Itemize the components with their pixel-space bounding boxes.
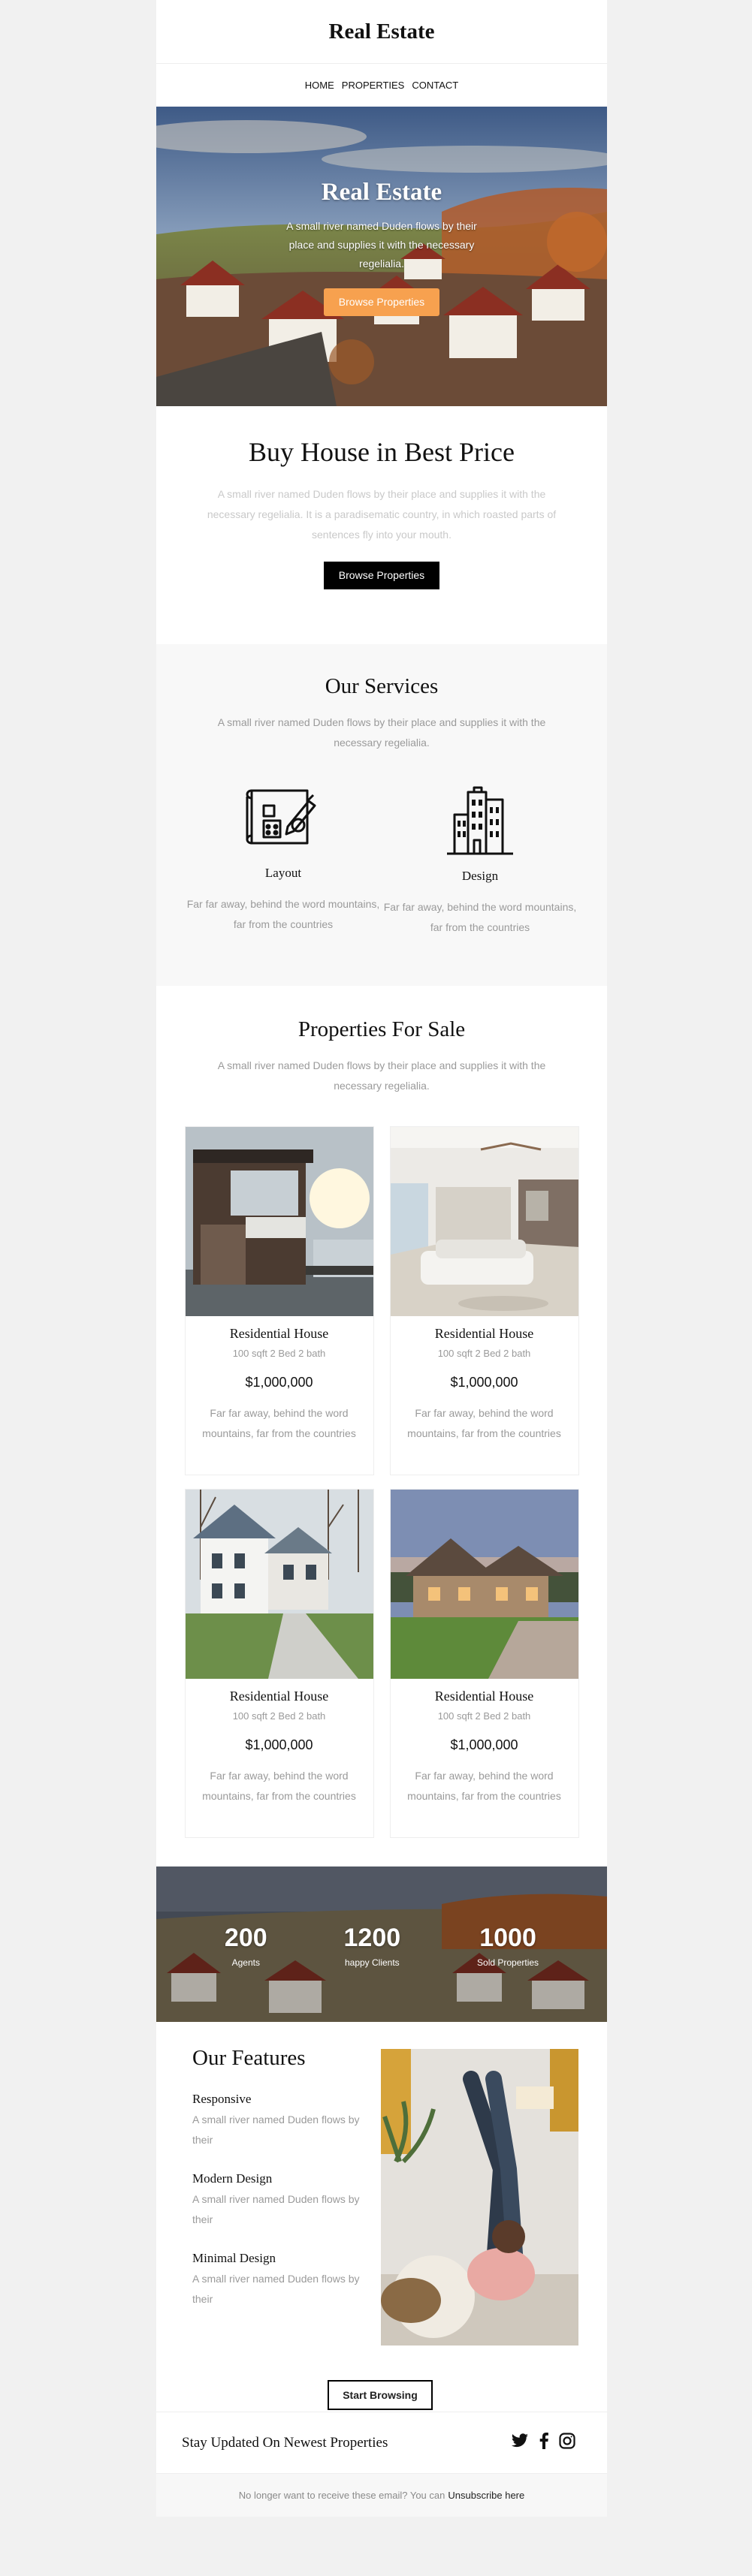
hero-title: Real Estate xyxy=(321,179,442,206)
property-grid: Residential House 100 sqft 2 Bed 2 bath … xyxy=(156,1126,607,1838)
service-title: Design xyxy=(461,869,499,883)
nav-home[interactable]: HOME xyxy=(305,80,334,91)
property-card[interactable]: Residential House 100 sqft 2 Bed 2 bath … xyxy=(389,1489,579,1838)
property-spec: 100 sqft 2 Bed 2 bath xyxy=(437,1710,531,1722)
property-name: Residential House xyxy=(229,1689,329,1704)
nav-contact[interactable]: CONTACT xyxy=(412,80,458,91)
services-text: A small river named Duden flows by their… xyxy=(217,716,546,749)
property-image[interactable] xyxy=(185,1127,373,1316)
feature-title: Responsive xyxy=(192,2092,252,2106)
intro-section: Buy House in Best Price A small river na… xyxy=(156,406,607,644)
main-nav: HOME PROPERTIES CONTACT xyxy=(156,64,607,107)
service-layout: Layout Far far away, behind the word mou… xyxy=(185,783,382,938)
twitter-icon[interactable] xyxy=(511,2433,529,2452)
stats-banner: 200 Agents 1200 happy Clients 1000 Sold … xyxy=(156,1866,607,2022)
service-text: Far far away, behind the word mountains,… xyxy=(186,898,380,930)
service-text: Far far away, behind the word mountains,… xyxy=(383,901,577,933)
start-browsing-button[interactable]: Start Browsing xyxy=(328,2380,433,2410)
stat-agents: 200 Agents xyxy=(225,1924,267,1968)
properties-section: Properties For Sale A small river named … xyxy=(156,986,607,1866)
property-price: $1,000,000 xyxy=(245,1737,313,1752)
feature-item: Minimal Design A small river named Duden… xyxy=(192,2251,365,2309)
services-section: Our Services A small river named Duden f… xyxy=(156,644,607,986)
unsubscribe-link[interactable]: Unsubscribe here xyxy=(448,2490,524,2501)
properties-text: A small river named Duden flows by their… xyxy=(217,1059,546,1092)
newsletter-text: Stay Updated On Newest Properties xyxy=(182,2434,388,2451)
property-image[interactable] xyxy=(390,1127,578,1316)
nav-properties[interactable]: PROPERTIES xyxy=(342,80,405,91)
facebook-icon[interactable] xyxy=(539,2433,548,2453)
property-text: Far far away, behind the word mountains,… xyxy=(202,1770,356,1802)
stats-row: 200 Agents 1200 happy Clients 1000 Sold … xyxy=(156,1924,607,1968)
feature-text: A small river named Duden flows by their xyxy=(192,2114,360,2146)
stat-sold: 1000 Sold Properties xyxy=(477,1924,539,1968)
stat-label: Sold Properties xyxy=(477,1957,539,1968)
stat-value: 1200 xyxy=(343,1924,401,1952)
property-card[interactable]: Residential House 100 sqft 2 Bed 2 bath … xyxy=(184,1126,374,1475)
stat-value: 1000 xyxy=(479,1924,536,1952)
properties-title: Properties For Sale xyxy=(297,1017,466,1041)
features-list: Our Features Responsive A small river na… xyxy=(192,2046,365,2309)
footer-top: Stay Updated On Newest Properties xyxy=(156,2412,607,2474)
property-image[interactable] xyxy=(390,1490,578,1679)
property-card[interactable]: Residential House 100 sqft 2 Bed 2 bath … xyxy=(184,1489,374,1838)
hero-content: Real Estate A small river named Duden fl… xyxy=(156,179,607,316)
email-container: Real Estate HOME PROPERTIES CONTACT Real… xyxy=(156,0,607,2517)
feature-text: A small river named Duden flows by their xyxy=(192,2273,360,2305)
services-title: Our Services xyxy=(325,674,439,698)
stat-value: 200 xyxy=(224,1924,267,1952)
logo[interactable]: Real Estate xyxy=(329,20,435,44)
property-name: Residential House xyxy=(434,1326,534,1341)
property-price: $1,000,000 xyxy=(450,1375,518,1390)
property-text: Far far away, behind the word mountains,… xyxy=(407,1407,561,1439)
stat-clients: 1200 happy Clients xyxy=(344,1924,401,1968)
features-title: Our Features xyxy=(192,2046,306,2070)
social-links xyxy=(511,2433,575,2453)
stat-label: Agents xyxy=(231,1957,260,1968)
property-name: Residential House xyxy=(434,1689,534,1704)
instagram-icon[interactable] xyxy=(559,2433,575,2453)
footer-bottom: No longer want to receive these email? Y… xyxy=(156,2474,607,2517)
property-price: $1,000,000 xyxy=(245,1375,313,1390)
service-design: Design Far far away, behind the word mou… xyxy=(382,783,578,938)
property-image[interactable] xyxy=(185,1490,373,1679)
property-spec: 100 sqft 2 Bed 2 bath xyxy=(232,1348,326,1359)
feature-title: Modern Design xyxy=(192,2171,273,2186)
property-name: Residential House xyxy=(229,1326,329,1341)
property-text: Far far away, behind the word mountains,… xyxy=(202,1407,356,1439)
intro-title: Buy House in Best Price xyxy=(249,437,515,467)
feature-item: Modern Design A small river named Duden … xyxy=(192,2171,365,2230)
hero: Real Estate A small river named Duden fl… xyxy=(156,107,607,406)
feature-text: A small river named Duden flows by their xyxy=(192,2193,360,2225)
property-spec: 100 sqft 2 Bed 2 bath xyxy=(232,1710,326,1722)
intro-text: A small river named Duden flows by their… xyxy=(207,488,557,541)
features-image xyxy=(381,2049,578,2346)
header: Real Estate xyxy=(156,0,607,64)
intro-browse-button[interactable]: Browse Properties xyxy=(323,562,440,589)
feature-title: Minimal Design xyxy=(192,2251,276,2265)
unsubscribe-text: No longer want to receive these email? Y… xyxy=(238,2490,445,2501)
buildings-icon xyxy=(447,786,513,855)
services-list: Layout Far far away, behind the word mou… xyxy=(156,783,607,938)
service-title: Layout xyxy=(264,866,302,880)
property-text: Far far away, behind the word mountains,… xyxy=(407,1770,561,1802)
property-card[interactable]: Residential House 100 sqft 2 Bed 2 bath … xyxy=(389,1126,579,1475)
blueprint-icon xyxy=(246,789,316,845)
hero-text: A small river named Duden flows by their… xyxy=(286,220,477,270)
features-section: Our Features Responsive A small river na… xyxy=(156,2022,607,2412)
hero-browse-button[interactable]: Browse Properties xyxy=(323,288,440,316)
feature-item: Responsive A small river named Duden flo… xyxy=(192,2092,365,2150)
stat-label: happy Clients xyxy=(344,1957,400,1968)
property-spec: 100 sqft 2 Bed 2 bath xyxy=(437,1348,531,1359)
property-price: $1,000,000 xyxy=(450,1737,518,1752)
